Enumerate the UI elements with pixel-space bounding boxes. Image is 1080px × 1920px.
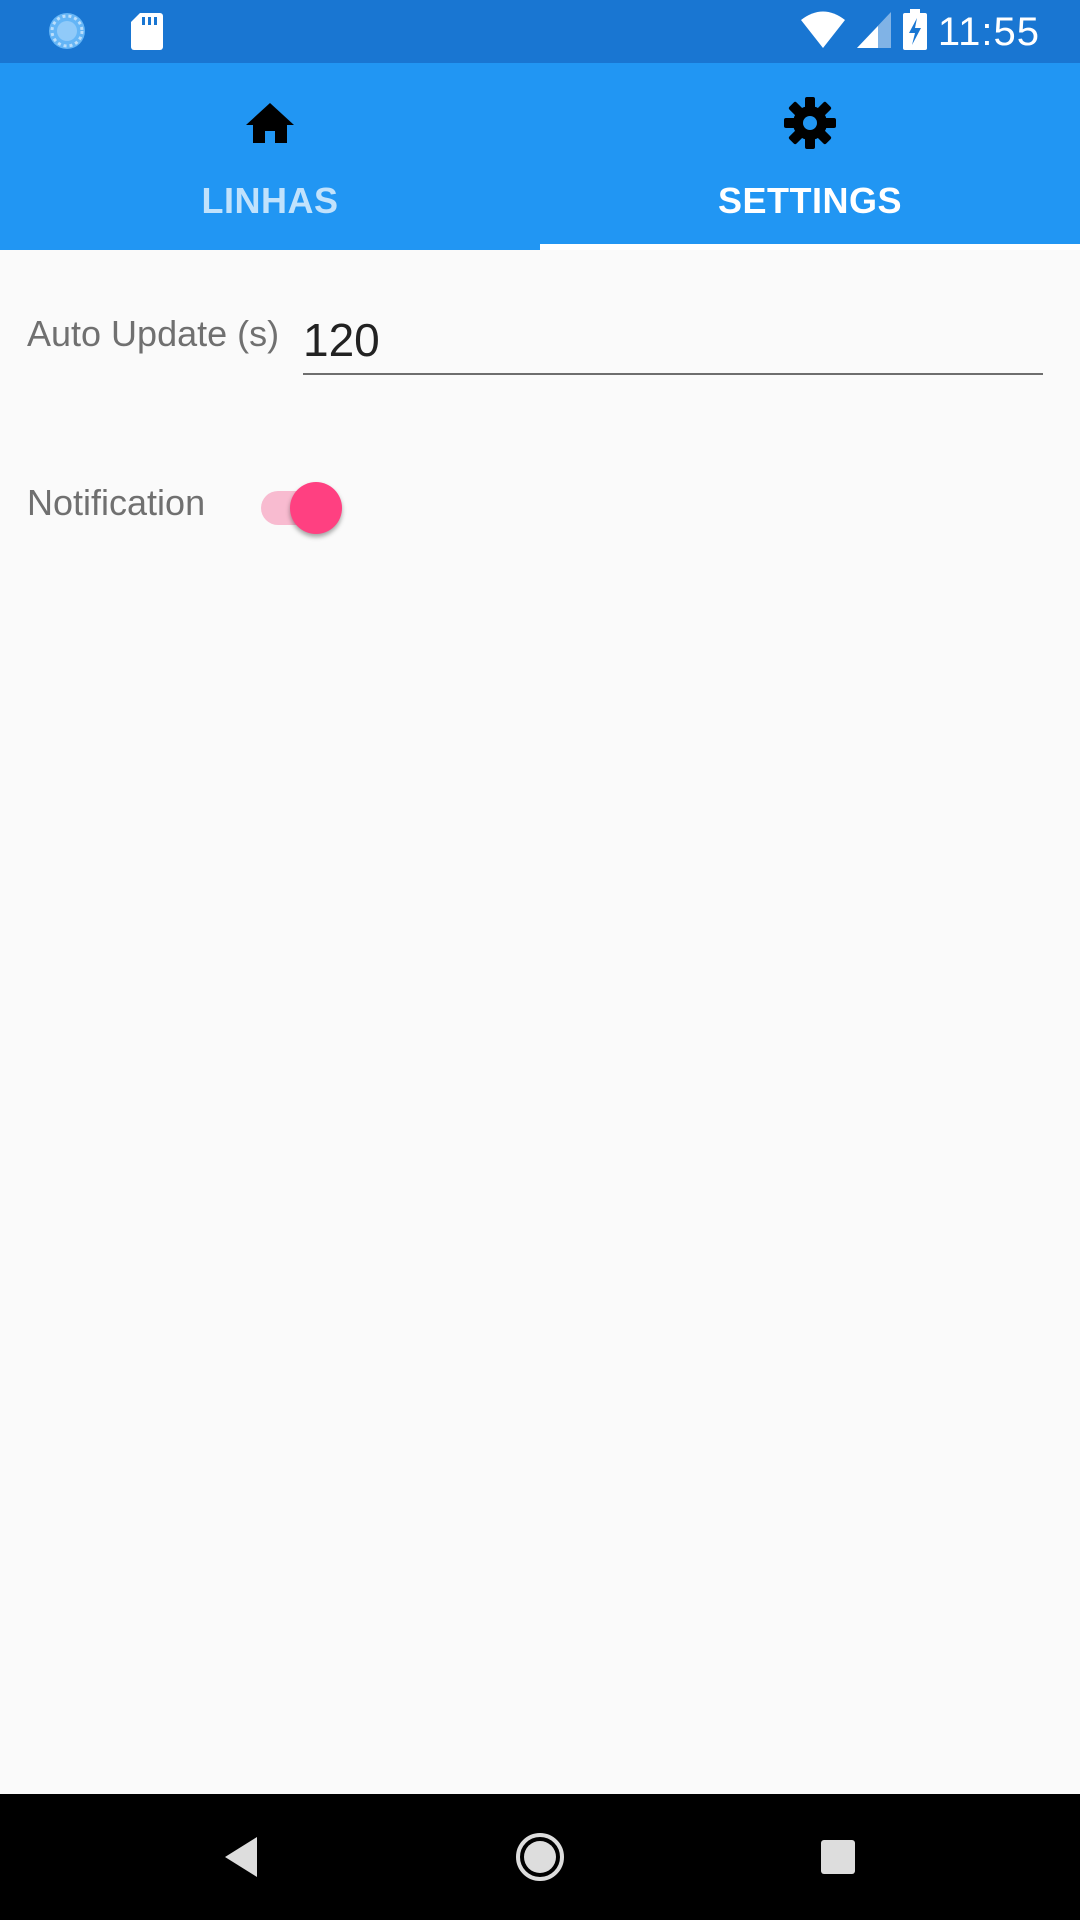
toggle-thumb	[290, 482, 342, 534]
home-circle-icon[interactable]	[510, 1827, 570, 1887]
nav-bar	[0, 1794, 1080, 1920]
wifi-icon	[800, 11, 846, 54]
tab-linhas-label: LINHAS	[201, 180, 339, 221]
notification-label: Notification	[27, 482, 206, 523]
back-icon[interactable]	[211, 1827, 271, 1887]
tab-settings[interactable]: SETTINGS	[540, 63, 1080, 250]
settings-page: Auto Update (s) Notification	[0, 250, 1080, 1794]
gear-icon	[782, 95, 838, 151]
tab-bar: LINHAS SETTINGS	[0, 63, 1080, 250]
auto-update-label: Auto Update (s)	[27, 313, 280, 354]
home-icon	[242, 95, 298, 151]
tab-linhas[interactable]: LINHAS	[0, 63, 540, 250]
tab-settings-label: SETTINGS	[717, 180, 903, 221]
sd-card-icon	[130, 11, 164, 56]
status-bar: 11:55	[0, 0, 1080, 63]
notification-toggle[interactable]	[258, 470, 348, 540]
battery-charging-icon	[902, 8, 928, 56]
signal-icon	[856, 11, 892, 54]
recents-icon[interactable]	[808, 1827, 868, 1887]
status-bar-right: 11:55	[800, 8, 1040, 56]
status-time: 11:55	[937, 9, 1040, 54]
notification-row: Notification	[0, 470, 1080, 540]
auto-update-input[interactable]	[303, 307, 1043, 375]
auto-update-row: Auto Update (s)	[0, 307, 1080, 387]
sync-icon	[46, 10, 88, 57]
status-bar-left	[46, 10, 164, 57]
